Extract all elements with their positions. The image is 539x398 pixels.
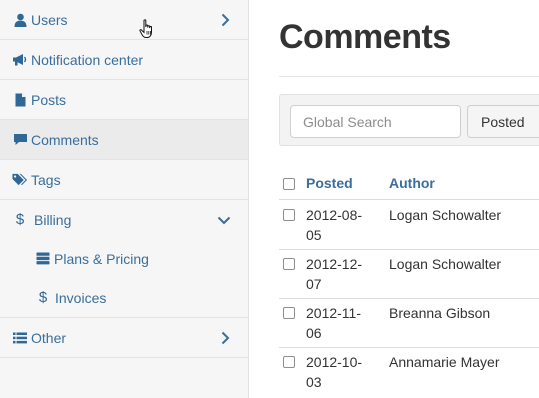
chevron-right-icon <box>218 330 232 346</box>
sidebar-item-tags[interactable]: Tags <box>0 160 248 200</box>
sidebar-subitem-plans-pricing[interactable]: Plans & Pricing <box>0 239 248 278</box>
title-divider <box>279 76 539 77</box>
cell-author: Breanna Gibson <box>389 305 491 321</box>
sidebar-item-posts[interactable]: Posts <box>0 80 248 120</box>
cell-posted: 2012-11-06 <box>306 305 362 341</box>
table-row: 2012-08-05 Logan Schowalter <box>279 201 539 250</box>
filter-toolbar: Posted <box>279 94 539 146</box>
sidebar-item-users[interactable]: Users <box>0 0 248 40</box>
main-content: Comments Posted Posted Author 2012-08-05… <box>249 0 539 398</box>
chevron-down-icon <box>216 212 232 228</box>
dollar-icon: $ <box>38 289 48 306</box>
select-all-checkbox[interactable] <box>283 178 295 190</box>
sidebar-item-label: Comments <box>31 131 99 148</box>
row-checkbox[interactable] <box>283 307 295 319</box>
comment-icon <box>12 132 28 148</box>
sidebar-item-notification-center[interactable]: Notification center <box>0 40 248 80</box>
sidebar-item-other[interactable]: Other <box>0 318 248 358</box>
column-header-posted[interactable]: Posted <box>306 175 353 191</box>
cell-posted: 2012-08-05 <box>306 207 363 243</box>
sidebar-item-label: Billing <box>34 211 72 228</box>
sidebar-subitem-invoices[interactable]: $ Invoices <box>0 278 248 318</box>
global-search-input[interactable] <box>290 105 461 138</box>
server-icon <box>35 251 51 267</box>
megaphone-icon <box>12 52 28 68</box>
chevron-right-icon <box>218 12 232 28</box>
table-row: 2012-10-03 Annamarie Mayer <box>279 348 539 397</box>
hand-cursor-icon <box>139 19 155 39</box>
sidebar-item-label: Other <box>31 329 67 346</box>
sidebar: Users Notification center Posts Comments… <box>0 0 249 398</box>
list-icon <box>12 330 28 346</box>
dollar-icon: $ <box>15 211 25 228</box>
sidebar-item-label: Users <box>31 11 68 28</box>
user-icon <box>12 12 28 28</box>
table-header-row: Posted Author <box>279 165 539 200</box>
sidebar-item-label: Invoices <box>55 289 107 306</box>
sidebar-item-billing[interactable]: $ Billing <box>0 200 248 239</box>
row-checkbox[interactable] <box>283 209 295 221</box>
row-checkbox[interactable] <box>283 356 295 368</box>
sidebar-item-label: Tags <box>31 171 61 188</box>
table-row: 2012-12-07 Logan Schowalter <box>279 250 539 299</box>
document-icon <box>12 92 28 108</box>
cell-posted: 2012-10-03 <box>306 354 363 390</box>
sidebar-item-comments[interactable]: Comments <box>0 120 248 160</box>
sidebar-item-label: Posts <box>31 91 67 108</box>
row-checkbox[interactable] <box>283 258 295 270</box>
sidebar-item-label: Notification center <box>31 51 144 68</box>
sidebar-item-label: Plans & Pricing <box>54 250 149 267</box>
cell-author: Logan Schowalter <box>389 256 502 272</box>
table-row: 2012-11-06 Breanna Gibson <box>279 299 539 348</box>
tags-icon <box>12 172 28 188</box>
column-header-author[interactable]: Author <box>389 175 435 191</box>
cell-posted: 2012-12-07 <box>306 256 363 292</box>
cell-author: Logan Schowalter <box>389 207 502 223</box>
cell-author: Annamarie Mayer <box>389 354 500 370</box>
page-title: Comments <box>279 18 451 56</box>
posted-filter-button[interactable]: Posted <box>467 105 539 138</box>
